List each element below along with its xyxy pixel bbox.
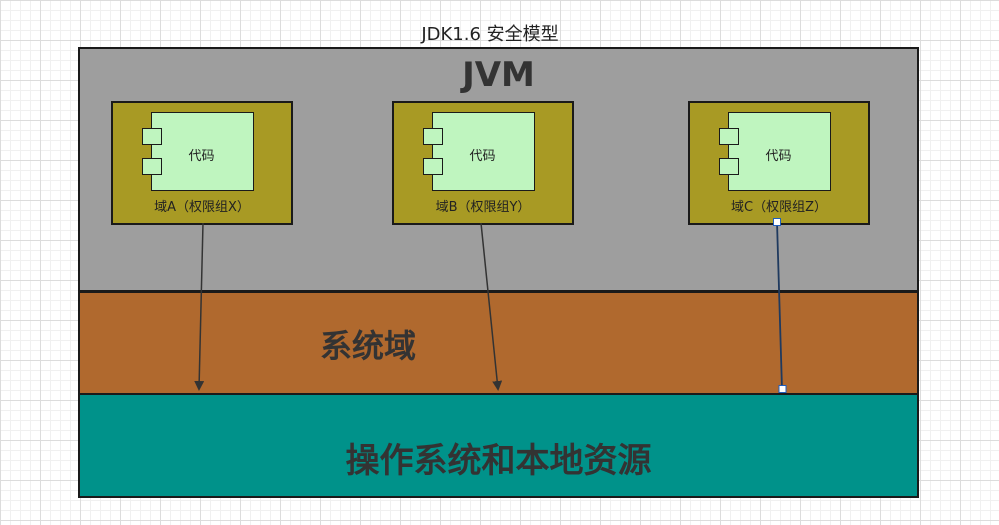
selection-handle-icon[interactable] [773,218,781,226]
arrow-domain-b-to-os[interactable] [480,222,503,391]
arrow-domain-a-to-os[interactable] [194,222,205,391]
arrows-layer [194,218,787,393]
arrow-domain-c-to-os[interactable] [776,221,783,390]
selection-handle-icon[interactable] [778,385,787,393]
